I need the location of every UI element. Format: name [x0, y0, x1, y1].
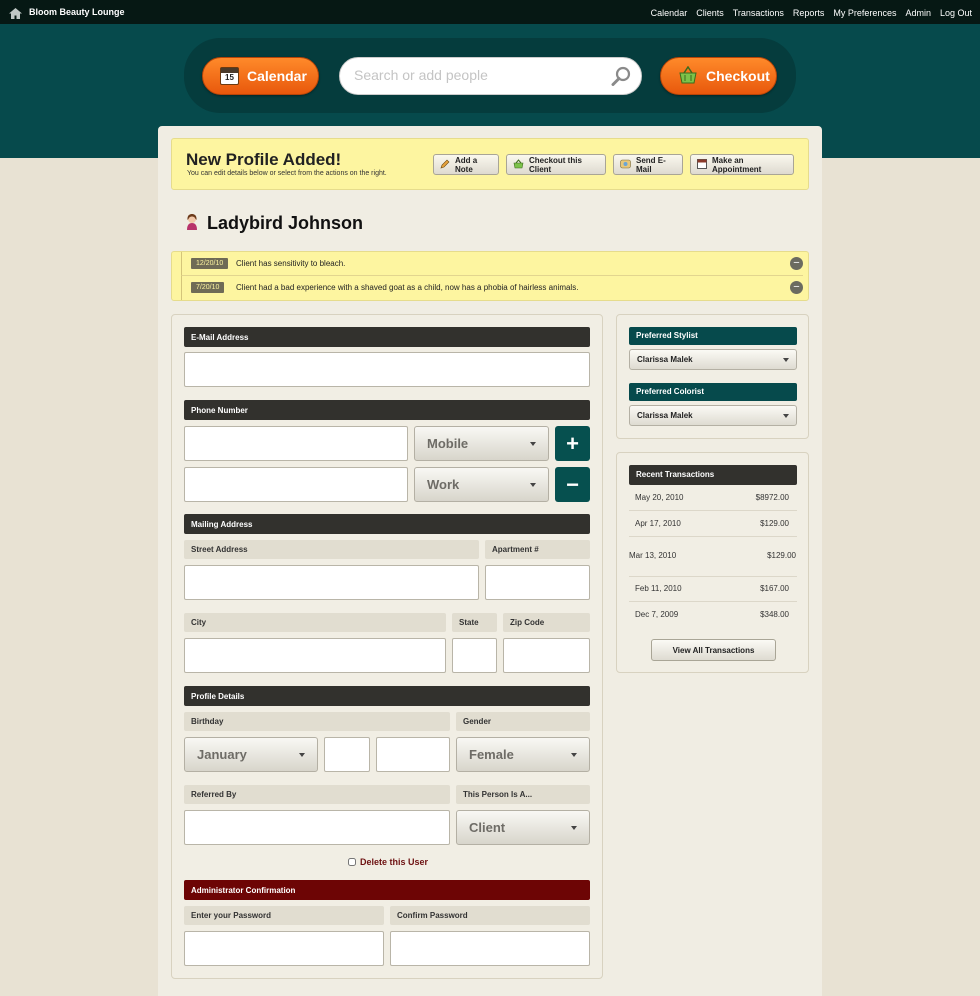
calendar-button-label: Calendar [247, 68, 307, 84]
calendar-icon: 15 [220, 67, 239, 85]
banner-title: New Profile Added! [186, 150, 342, 169]
checkout-client-button[interactable]: Checkout this Client [506, 154, 606, 175]
phone-field-2[interactable] [184, 467, 408, 502]
gender-label: Gender [456, 712, 590, 731]
recent-transactions-header: Recent Transactions [629, 465, 797, 485]
email-field[interactable] [184, 352, 590, 387]
chevron-down-icon [530, 441, 536, 446]
make-appointment-button[interactable]: Make an Appointment [690, 154, 794, 175]
transaction-row[interactable]: Mar 13, 2010 $129.00 [629, 539, 797, 577]
nav-reports[interactable]: Reports [793, 8, 825, 18]
email-icon [620, 159, 631, 171]
search-input[interactable] [354, 67, 604, 83]
state-field[interactable] [452, 638, 497, 673]
remove-note-icon[interactable]: − [790, 281, 803, 294]
top-nav: Calendar Clients Transactions Reports My… [651, 8, 972, 18]
chevron-down-icon [299, 752, 305, 757]
view-all-transactions-button[interactable]: View All Transactions [651, 639, 776, 661]
transaction-row[interactable]: Apr 17, 2010 $129.00 [629, 513, 797, 537]
search-icon[interactable] [611, 66, 631, 91]
city-field[interactable] [184, 638, 446, 673]
send-email-button[interactable]: Send E-Mail [613, 154, 683, 175]
phone-header: Phone Number [184, 400, 590, 420]
gender-select[interactable]: Female [456, 737, 590, 772]
checkout-button[interactable]: Checkout [660, 57, 777, 95]
transaction-row[interactable]: May 20, 2010 $8972.00 [629, 487, 797, 511]
nav-log-out[interactable]: Log Out [940, 8, 972, 18]
chevron-down-icon [571, 752, 577, 757]
banner-subtitle: You can edit details below or select fro… [187, 170, 387, 177]
pencil-icon [440, 159, 450, 171]
nav-clients[interactable]: Clients [696, 8, 724, 18]
city-label: City [184, 613, 446, 632]
state-label: State [452, 613, 497, 632]
phone-field-1[interactable] [184, 426, 408, 461]
nav-calendar[interactable]: Calendar [651, 8, 688, 18]
delete-user-label[interactable]: Delete this User [360, 857, 428, 867]
plus-icon: + [566, 430, 579, 456]
birthday-label: Birthday [184, 712, 450, 731]
referred-by-label: Referred By [184, 785, 450, 804]
note-item: 12/20/10 Client has sensitivity to bleac… [181, 252, 803, 276]
person-icon [184, 213, 200, 236]
nav-my-preferences[interactable]: My Preferences [833, 8, 896, 18]
preferred-colorist-header: Preferred Colorist [629, 383, 797, 401]
zip-label: Zip Code [503, 613, 590, 632]
client-name: Ladybird Johnson [207, 213, 364, 233]
note-item: 7/20/10 Client had a bad experience with… [181, 276, 803, 300]
chevron-down-icon [783, 357, 789, 362]
checkout-button-label: Checkout [706, 68, 770, 84]
note-date: 12/20/10 [191, 258, 229, 269]
password-field[interactable] [184, 931, 384, 966]
preferred-colorist-select[interactable]: Clarissa Malek [629, 405, 797, 426]
note-text: Client had a bad experience with a shave… [236, 283, 579, 292]
phone-type-select-2[interactable]: Work [414, 467, 549, 502]
street-label: Street Address [184, 540, 479, 559]
phone-type-select-1[interactable]: Mobile [414, 426, 549, 461]
chevron-down-icon [783, 413, 789, 418]
home-icon[interactable] [9, 6, 22, 24]
nav-admin[interactable]: Admin [905, 8, 931, 18]
preferred-stylist-select[interactable]: Clarissa Malek [629, 349, 797, 370]
calendar-icon [697, 158, 707, 171]
chevron-down-icon [571, 825, 577, 830]
street-field[interactable] [184, 565, 479, 600]
person-type-label: This Person Is A... [456, 785, 590, 804]
password-label: Enter your Password [184, 906, 384, 925]
basket-icon [513, 158, 524, 171]
delete-user-checkbox[interactable] [348, 858, 356, 866]
delete-user-row: Delete this User [348, 857, 428, 867]
profile-details-header: Profile Details [184, 686, 590, 706]
transaction-row[interactable]: Dec 7, 2009 $348.00 [629, 604, 797, 628]
apartment-label: Apartment # [485, 540, 590, 559]
add-phone-button[interactable]: + [555, 426, 590, 461]
brand-name[interactable]: Bloom Beauty Lounge [29, 7, 125, 17]
add-note-button[interactable]: Add a Note [433, 154, 499, 175]
apartment-field[interactable] [485, 565, 590, 600]
referred-by-field[interactable] [184, 810, 450, 845]
confirm-password-field[interactable] [390, 931, 590, 966]
birthday-year-field[interactable] [376, 737, 450, 772]
basket-icon [678, 65, 698, 87]
person-type-select[interactable]: Client [456, 810, 590, 845]
remove-note-icon[interactable]: − [790, 257, 803, 270]
chevron-down-icon [530, 482, 536, 487]
birthday-day-field[interactable] [324, 737, 370, 772]
admin-confirmation-header: Administrator Confirmation [184, 880, 590, 900]
search-box [339, 57, 642, 95]
nav-transactions[interactable]: Transactions [733, 8, 784, 18]
note-text: Client has sensitivity to bleach. [236, 259, 346, 268]
calendar-button[interactable]: 15 Calendar [202, 57, 319, 95]
minus-icon: − [566, 471, 579, 497]
confirm-password-label: Confirm Password [390, 906, 590, 925]
email-header: E-Mail Address [184, 327, 590, 347]
transaction-row[interactable]: Feb 11, 2010 $167.00 [629, 578, 797, 602]
birthday-month-select[interactable]: January [184, 737, 318, 772]
remove-phone-button[interactable]: − [555, 467, 590, 502]
note-date: 7/20/10 [191, 282, 225, 293]
mailing-header: Mailing Address [184, 514, 590, 534]
preferred-stylist-header: Preferred Stylist [629, 327, 797, 345]
zip-field[interactable] [503, 638, 590, 673]
